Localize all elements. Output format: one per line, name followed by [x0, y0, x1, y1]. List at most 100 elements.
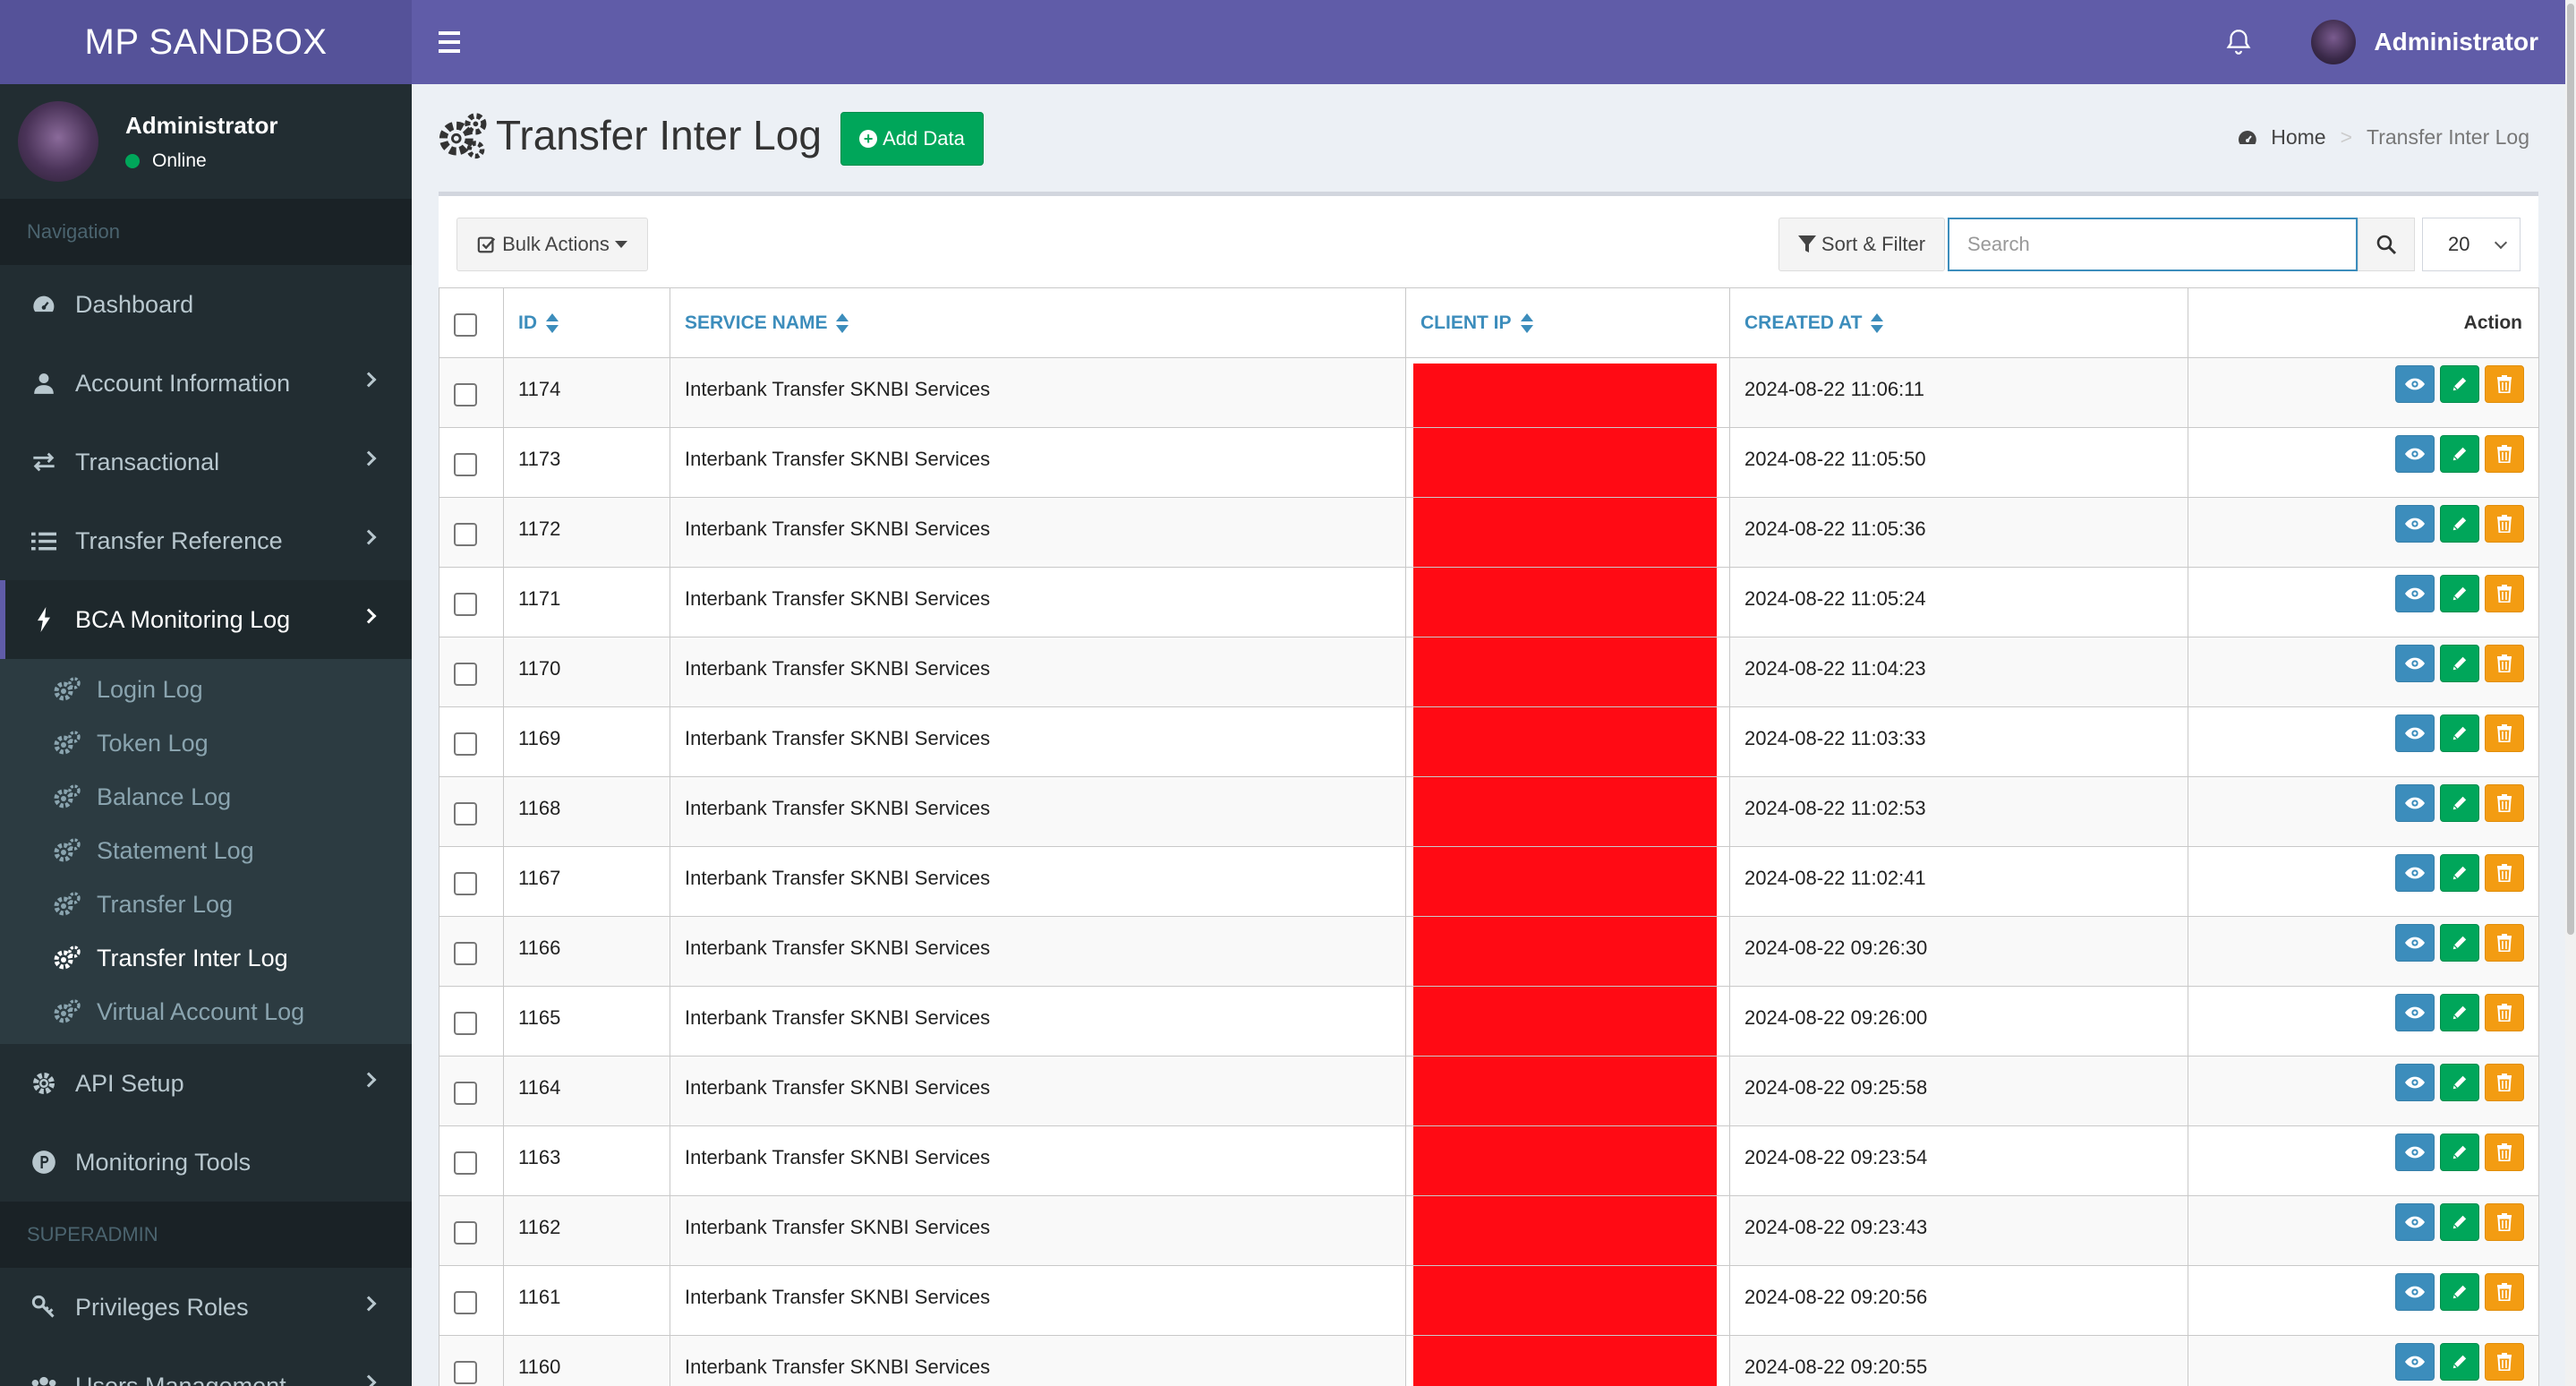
search-button[interactable] [2358, 218, 2415, 271]
edit-button[interactable] [2440, 645, 2479, 682]
table-row[interactable]: 1162 Interbank Transfer SKNBI Services 202… [439, 1195, 2539, 1266]
row-checkbox[interactable] [454, 1012, 477, 1035]
view-button[interactable] [2395, 924, 2435, 962]
view-button[interactable] [2395, 1203, 2435, 1241]
table-row[interactable]: 1169 Interbank Transfer SKNBI Services 202… [439, 706, 2539, 777]
page-size-select[interactable]: 20 [2422, 218, 2521, 271]
row-checkbox[interactable] [454, 663, 477, 686]
sidebar-subitem-login-log[interactable]: Login Log [0, 663, 412, 716]
table-row[interactable]: 1160 Interbank Transfer SKNBI Services 202… [439, 1335, 2539, 1386]
search-input[interactable] [1948, 218, 2358, 271]
row-checkbox[interactable] [454, 872, 477, 895]
edit-button[interactable] [2440, 1203, 2479, 1241]
edit-button[interactable] [2440, 505, 2479, 543]
edit-button[interactable] [2440, 784, 2479, 822]
delete-button[interactable] [2485, 575, 2524, 612]
edit-button[interactable] [2440, 1134, 2479, 1171]
delete-button[interactable] [2485, 1134, 2524, 1171]
table-row[interactable]: 1167 Interbank Transfer SKNBI Services 202… [439, 846, 2539, 917]
table-row[interactable]: 1171 Interbank Transfer SKNBI Services 202… [439, 567, 2539, 637]
view-button[interactable] [2395, 1343, 2435, 1381]
bulk-actions-button[interactable]: Bulk Actions [456, 218, 648, 271]
sidebar-item-monitoring-tools[interactable]: Monitoring Tools [0, 1123, 412, 1202]
edit-button[interactable] [2440, 1273, 2479, 1311]
sidebar-subitem-transfer-log[interactable]: Transfer Log [0, 877, 412, 931]
delete-button[interactable] [2485, 1064, 2524, 1101]
edit-button[interactable] [2440, 1064, 2479, 1101]
delete-button[interactable] [2485, 435, 2524, 473]
delete-button[interactable] [2485, 924, 2524, 962]
sidebar-item-account-information[interactable]: Account Information [0, 344, 412, 423]
column-header-id[interactable]: ID [503, 287, 670, 358]
sidebar-subitem-token-log[interactable]: Token Log [0, 716, 412, 770]
sidebar-subitem-virtual-account-log[interactable]: Virtual Account Log [0, 985, 412, 1039]
sidebar-subitem-transfer-inter-log[interactable]: Transfer Inter Log [0, 931, 412, 985]
column-header-service-name[interactable]: SERVICE NAME [670, 287, 1406, 358]
row-checkbox[interactable] [454, 1082, 477, 1105]
delete-button[interactable] [2485, 854, 2524, 892]
edit-button[interactable] [2440, 365, 2479, 403]
view-button[interactable] [2395, 365, 2435, 403]
table-row[interactable]: 1161 Interbank Transfer SKNBI Services 202… [439, 1265, 2539, 1336]
table-row[interactable]: 1163 Interbank Transfer SKNBI Services 202… [439, 1125, 2539, 1196]
sidebar-item-privileges-roles[interactable]: Privileges Roles [0, 1268, 412, 1347]
row-checkbox[interactable] [454, 1151, 477, 1175]
sidebar-item-bca-monitoring-log[interactable]: BCA Monitoring Log [0, 580, 412, 659]
view-button[interactable] [2395, 575, 2435, 612]
column-header-created-at[interactable]: CREATED AT [1729, 287, 2188, 358]
row-checkbox[interactable] [454, 1221, 477, 1245]
app-logo[interactable]: MP SANDBOX [0, 0, 412, 84]
row-checkbox[interactable] [454, 1291, 477, 1314]
delete-button[interactable] [2485, 365, 2524, 403]
view-button[interactable] [2395, 505, 2435, 543]
view-button[interactable] [2395, 994, 2435, 1031]
edit-button[interactable] [2440, 924, 2479, 962]
edit-button[interactable] [2440, 435, 2479, 473]
breadcrumb-home-link[interactable]: Home [2271, 125, 2325, 150]
select-all-checkbox[interactable] [454, 312, 477, 337]
sidebar-item-dashboard[interactable]: Dashboard [0, 265, 412, 344]
table-row[interactable]: 1172 Interbank Transfer SKNBI Services 202… [439, 497, 2539, 568]
add-data-button[interactable]: + Add Data [840, 112, 984, 166]
column-header-client-ip[interactable]: CLIENT IP [1405, 287, 1730, 358]
row-checkbox[interactable] [454, 453, 477, 476]
delete-button[interactable] [2485, 1343, 2524, 1381]
view-button[interactable] [2395, 1273, 2435, 1311]
delete-button[interactable] [2485, 1203, 2524, 1241]
sidebar-item-transactional[interactable]: Transactional [0, 423, 412, 501]
edit-button[interactable] [2440, 994, 2479, 1031]
row-checkbox[interactable] [454, 802, 477, 826]
delete-button[interactable] [2485, 784, 2524, 822]
page-scrollbar[interactable] [2565, 0, 2576, 1386]
table-row[interactable]: 1170 Interbank Transfer SKNBI Services 202… [439, 637, 2539, 707]
view-button[interactable] [2395, 435, 2435, 473]
row-checkbox[interactable] [454, 1361, 477, 1384]
table-row[interactable]: 1164 Interbank Transfer SKNBI Services 202… [439, 1056, 2539, 1126]
view-button[interactable] [2395, 1134, 2435, 1171]
delete-button[interactable] [2485, 645, 2524, 682]
table-row[interactable]: 1166 Interbank Transfer SKNBI Services 202… [439, 916, 2539, 987]
delete-button[interactable] [2485, 1273, 2524, 1311]
sort-filter-button[interactable]: Sort & Filter [1778, 218, 1945, 271]
delete-button[interactable] [2485, 994, 2524, 1031]
table-row[interactable]: 1173 Interbank Transfer SKNBI Services 202… [439, 427, 2539, 498]
edit-button[interactable] [2440, 714, 2479, 752]
delete-button[interactable] [2485, 714, 2524, 752]
sidebar-item-api-setup[interactable]: API Setup [0, 1044, 412, 1123]
table-row[interactable]: 1174 Interbank Transfer SKNBI Services 202… [439, 357, 2539, 428]
sidebar-item-transfer-reference[interactable]: Transfer Reference [0, 501, 412, 580]
edit-button[interactable] [2440, 575, 2479, 612]
view-button[interactable] [2395, 1064, 2435, 1101]
delete-button[interactable] [2485, 505, 2524, 543]
sidebar-toggle-icon[interactable] [439, 0, 471, 84]
view-button[interactable] [2395, 714, 2435, 752]
sidebar-subitem-statement-log[interactable]: Statement Log [0, 824, 412, 877]
row-checkbox[interactable] [454, 593, 477, 616]
view-button[interactable] [2395, 854, 2435, 892]
user-avatar[interactable] [2311, 20, 2357, 64]
row-checkbox[interactable] [454, 523, 477, 546]
row-checkbox[interactable] [454, 732, 477, 756]
sidebar-item-users-management[interactable]: Users Management [0, 1347, 412, 1386]
row-checkbox[interactable] [454, 383, 477, 406]
view-button[interactable] [2395, 784, 2435, 822]
